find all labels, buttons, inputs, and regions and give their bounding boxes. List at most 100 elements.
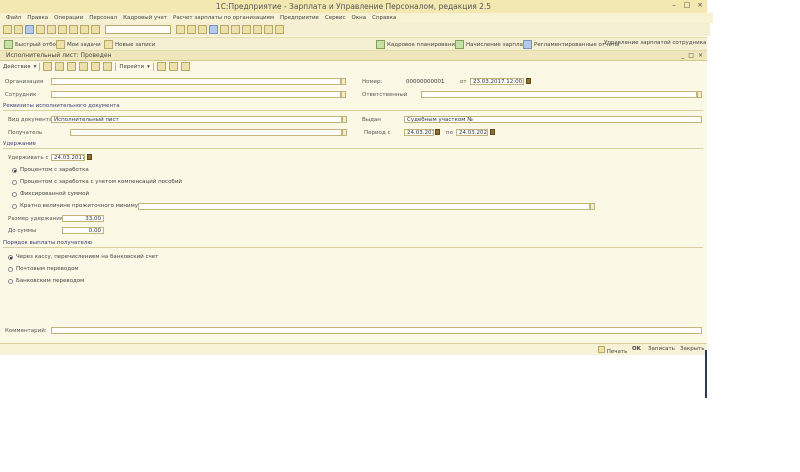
unpost-icon[interactable] <box>67 62 77 71</box>
date-field[interactable]: 23.03.2017 12:00:00 <box>470 78 524 85</box>
paste-icon[interactable] <box>58 25 67 34</box>
maximize-icon[interactable]: □ <box>682 1 692 10</box>
calendar-icon[interactable] <box>490 129 495 135</box>
menu-file[interactable]: Файл <box>6 15 21 21</box>
pay-postal-radio[interactable] <box>8 267 13 272</box>
doc-type-dropdown[interactable] <box>342 116 347 123</box>
cut-icon[interactable] <box>36 25 45 34</box>
structure-icon[interactable] <box>103 62 113 71</box>
menu-edit[interactable]: Правка <box>27 15 48 21</box>
print-icon <box>598 346 605 353</box>
method-fixed-radio[interactable] <box>12 192 17 197</box>
period-to-field[interactable]: 24.03.2025 <box>456 129 488 136</box>
doc-close-icon[interactable]: × <box>698 52 703 59</box>
dt-kt-icon[interactable] <box>180 62 190 71</box>
issued-by-field[interactable]: Судебным участком № <box>404 116 702 123</box>
calendar-icon[interactable] <box>526 78 531 84</box>
method-percent-radio[interactable] <box>12 168 17 173</box>
recipient-select-button[interactable] <box>342 129 347 136</box>
back-icon[interactable] <box>43 62 53 71</box>
minimize-icon[interactable]: – <box>669 1 679 10</box>
organization-select-button[interactable] <box>341 78 346 85</box>
find-next-icon[interactable] <box>187 25 196 34</box>
method-percent-label: Процентом с заработка <box>20 167 89 173</box>
comment-field[interactable] <box>51 327 702 334</box>
document-action-bar: Действия ▾ Перейти ▾ <box>0 61 710 72</box>
hr-planning-button[interactable]: Кадровое планирование <box>376 40 458 49</box>
payroll-list-button[interactable]: Управление зарплатой сотрудника <box>604 40 706 46</box>
deduction-size-field[interactable]: 33,00 <box>62 215 104 222</box>
menu-hr[interactable]: Кадровый учет <box>123 15 167 21</box>
menu-help[interactable]: Справка <box>372 15 396 21</box>
recipient-field[interactable] <box>70 129 342 136</box>
employee-select-button[interactable] <box>341 91 346 98</box>
close-icon[interactable]: × <box>695 1 705 10</box>
print-button[interactable]: Печать <box>598 346 627 355</box>
responsible-select-button[interactable] <box>697 91 702 98</box>
withhold-from-field[interactable]: 24.03.2017 <box>51 154 85 161</box>
help-icon[interactable] <box>209 25 218 34</box>
number-value[interactable]: 00000000001 <box>406 79 445 85</box>
minimum-type-select-button[interactable] <box>590 203 595 210</box>
menu-payroll[interactable]: Расчет зарплаты по организациям <box>173 15 274 21</box>
calculator-icon[interactable] <box>220 25 229 34</box>
save-icon[interactable] <box>25 25 34 34</box>
organization-label: Организация <box>5 79 44 85</box>
new-icon[interactable] <box>3 25 12 34</box>
menu-operations[interactable]: Операции <box>54 15 83 21</box>
find-prev-icon[interactable] <box>198 25 207 34</box>
debt-field[interactable]: 0,00 <box>62 227 104 234</box>
responsible-field[interactable] <box>421 91 697 98</box>
menu-enterprise[interactable]: Предприятие <box>280 15 319 21</box>
payroll-button[interactable]: Начисление зарплаты <box>455 40 530 49</box>
undo-icon[interactable] <box>80 25 89 34</box>
menu-windows[interactable]: Окна <box>352 15 367 21</box>
method-percent-compensation-radio[interactable] <box>12 180 17 185</box>
method-multiple-minimum-radio[interactable] <box>12 204 17 209</box>
employee-field[interactable] <box>51 91 341 98</box>
chevron-down-icon[interactable]: ▾ <box>147 64 150 70</box>
doc-type-field[interactable]: Исполнительный лист <box>51 116 342 123</box>
close-button[interactable]: Закрыть <box>680 346 705 352</box>
memory-minus-icon[interactable] <box>264 25 273 34</box>
memory-plus-icon[interactable] <box>253 25 262 34</box>
calendar-icon[interactable] <box>87 154 92 160</box>
refresh-icon[interactable] <box>91 62 101 71</box>
ok-button[interactable]: OK <box>632 346 641 352</box>
help-icon[interactable] <box>156 62 166 71</box>
quick-menu-button[interactable]: Быстрый отбор <box>4 40 59 49</box>
minimum-type-field[interactable] <box>138 203 590 210</box>
period-from-field[interactable]: 24.03.2017 <box>404 129 434 136</box>
search-combo[interactable] <box>105 25 171 34</box>
organization-field[interactable] <box>51 78 341 85</box>
calendar-icon[interactable] <box>435 129 440 135</box>
separator <box>115 62 117 71</box>
doc-maximize-icon[interactable]: □ <box>688 52 694 59</box>
menu-service[interactable]: Сервис <box>325 15 346 21</box>
method-percent-compensation-label: Процентом с заработка с учетом компенсац… <box>20 179 182 185</box>
doc-minimize-icon[interactable]: _ <box>681 52 684 59</box>
list-icon[interactable] <box>168 62 178 71</box>
redo-icon[interactable] <box>91 25 100 34</box>
find-icon[interactable] <box>176 25 185 34</box>
document-footer: Печать OK Записать Закрыть <box>0 343 707 355</box>
pay-bank-radio[interactable] <box>8 279 13 284</box>
save-button[interactable]: Записать <box>648 346 675 352</box>
chevron-down-icon[interactable]: ▾ <box>34 64 37 70</box>
goto-menu-button[interactable]: Перейти <box>119 64 144 70</box>
open-icon[interactable] <box>14 25 23 34</box>
menu-personnel[interactable]: Персонал <box>89 15 117 21</box>
calendar-icon[interactable] <box>231 25 240 34</box>
copy-doc-icon[interactable] <box>79 62 89 71</box>
settings-icon[interactable] <box>275 25 284 34</box>
copy-icon[interactable] <box>47 25 56 34</box>
my-tasks-button[interactable]: Мои задачи <box>56 40 101 49</box>
document-title: Исполнительный лист: Проведен <box>6 52 112 59</box>
actions-menu-button[interactable]: Действия <box>3 64 31 70</box>
post-icon[interactable] <box>55 62 65 71</box>
pay-cash-radio[interactable] <box>8 255 13 260</box>
standard-toolbar <box>0 23 710 36</box>
print-icon[interactable] <box>69 25 78 34</box>
new-items-button[interactable]: Новые записи <box>104 40 155 49</box>
memory-m-icon[interactable] <box>242 25 251 34</box>
